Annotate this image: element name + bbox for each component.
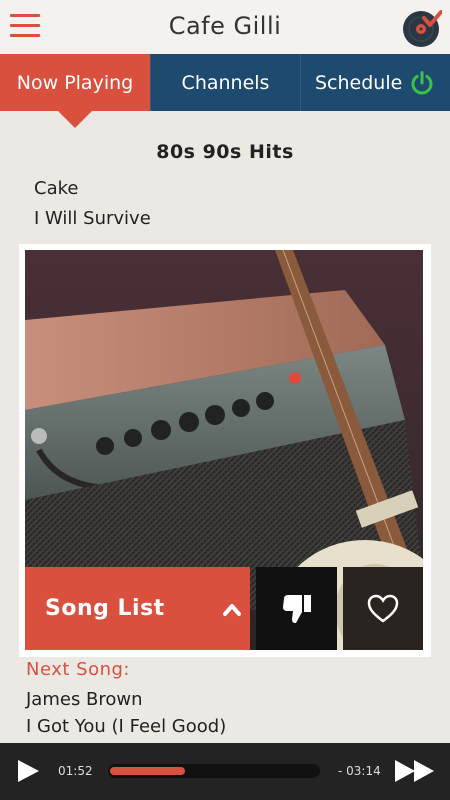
- heart-icon: [367, 594, 399, 623]
- play-icon[interactable]: [14, 757, 42, 785]
- channel-name: 80s 90s Hits: [156, 141, 294, 163]
- current-song: I Will Survive: [34, 208, 151, 229]
- dislike-button[interactable]: [256, 567, 337, 650]
- progress-fill: [110, 767, 185, 775]
- main-tabs: Now Playing Channels Schedule: [0, 54, 450, 111]
- next-artist: James Brown: [26, 689, 143, 710]
- song-list-button[interactable]: Song List: [25, 567, 250, 650]
- fast-forward-icon[interactable]: [393, 757, 437, 785]
- time-elapsed: 01:52: [58, 764, 93, 778]
- tab-schedule-label: Schedule: [315, 71, 403, 94]
- chevron-up-icon: [223, 604, 241, 616]
- next-song-title: I Got You (I Feel Good): [26, 716, 227, 737]
- tab-now-playing[interactable]: Now Playing: [0, 54, 150, 111]
- song-list-label: Song List: [45, 596, 165, 621]
- active-tab-indicator: [58, 111, 92, 128]
- progress-bar[interactable]: [108, 764, 320, 778]
- current-artist: Cake: [34, 178, 79, 199]
- next-song-label: Next Song:: [26, 659, 130, 680]
- thumbs-down-icon: [282, 594, 311, 623]
- tab-channels-label: Channels: [181, 71, 270, 94]
- app-header: Cafe Gilli: [0, 0, 450, 54]
- time-remaining: - 03:14: [338, 764, 381, 778]
- power-icon[interactable]: [409, 70, 435, 96]
- vinyl-record-logo-icon[interactable]: [402, 8, 442, 48]
- tab-now-playing-label: Now Playing: [16, 71, 134, 94]
- like-button[interactable]: [343, 567, 423, 650]
- player-bar: 01:52 - 03:14: [0, 743, 450, 800]
- app-title: Cafe Gilli: [168, 12, 282, 40]
- tab-channels[interactable]: Channels: [150, 54, 300, 111]
